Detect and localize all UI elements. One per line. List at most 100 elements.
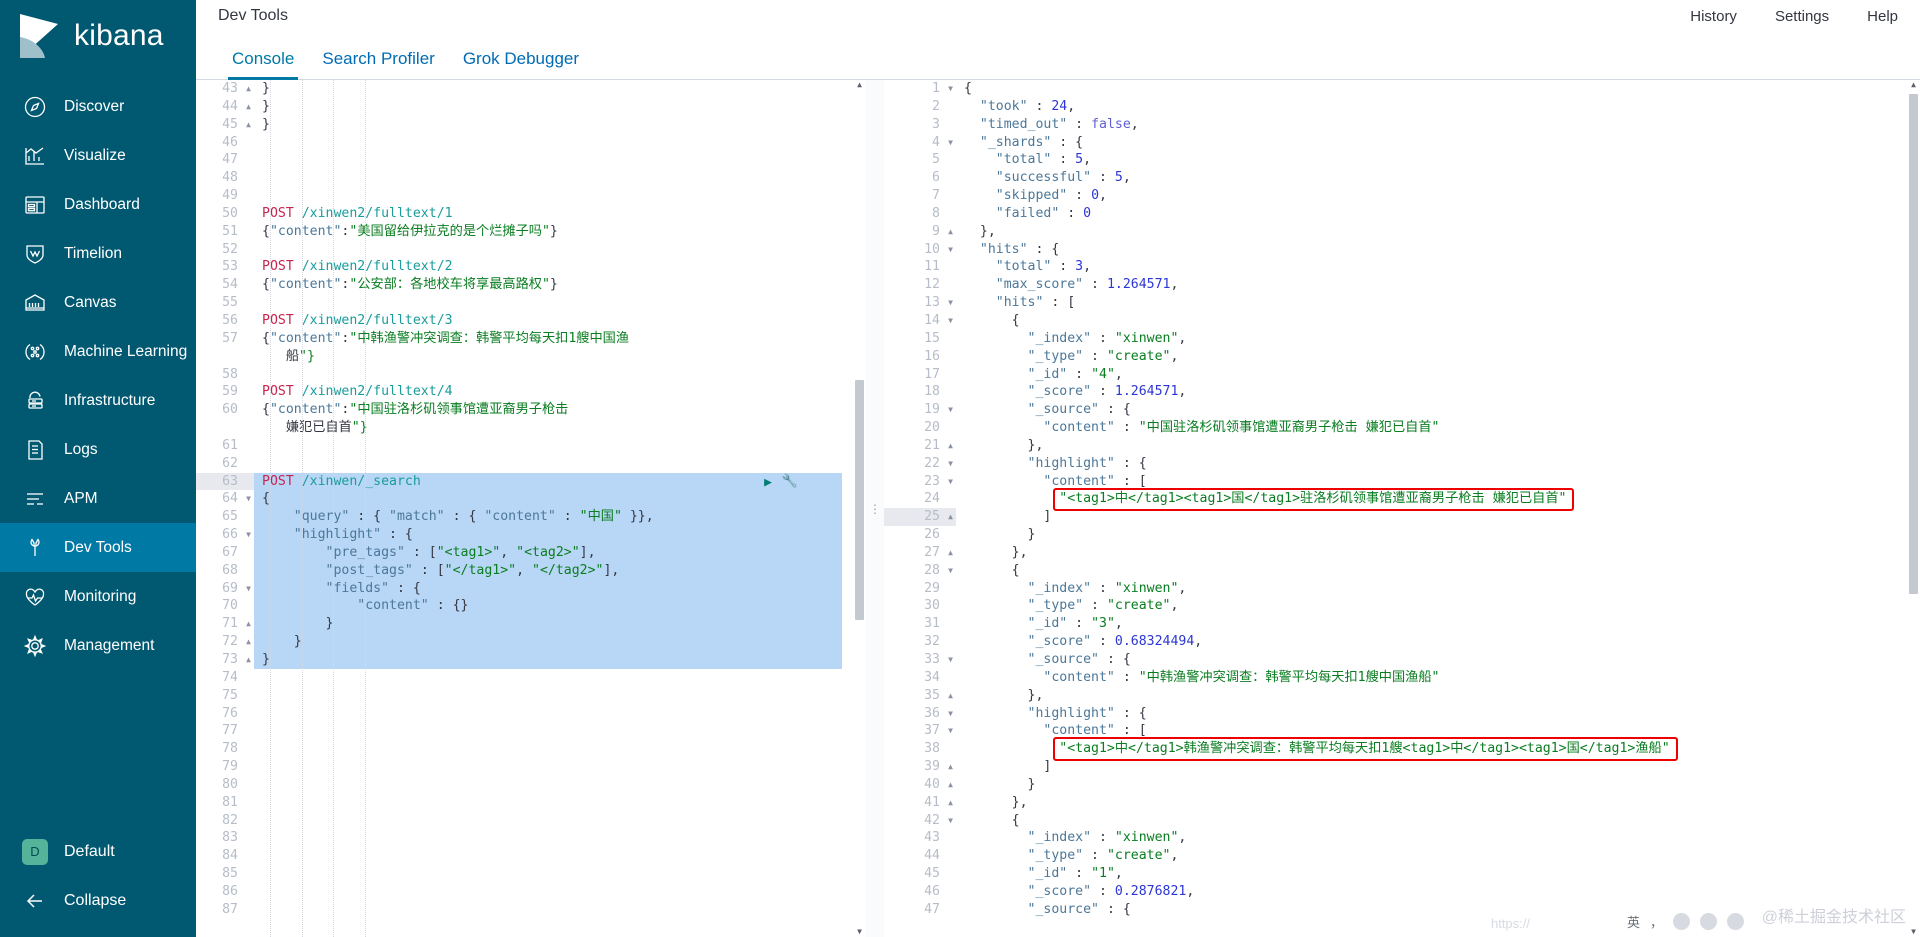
line-number: 62: [222, 455, 238, 471]
fold-toggle-icon[interactable]: ▲: [241, 116, 251, 134]
fold-toggle-icon[interactable]: ▼: [943, 455, 953, 473]
fold-toggle-icon[interactable]: ▼: [943, 312, 953, 330]
fold-toggle-icon[interactable]: ▼: [943, 294, 953, 312]
run-request-button[interactable]: ▶: [764, 474, 772, 492]
canvas-icon: [22, 290, 48, 316]
code-line: POST /xinwen2/fulltext/1: [262, 205, 453, 221]
fold-toggle-icon[interactable]: ▼: [241, 490, 251, 508]
line-number: 30: [924, 598, 940, 614]
response-scrollbar[interactable]: ▲ ▼: [1907, 80, 1920, 937]
code-line: "highlight" : {: [1027, 705, 1147, 721]
fold-toggle-icon[interactable]: ▲: [241, 615, 251, 633]
fold-toggle-icon[interactable]: ▼: [943, 134, 953, 152]
request-gutter: 43 ▲ 44 ▲ 45 ▲ 46 47 48 49 50 51 52 53 54 55 56 57 58 59 60 6…: [196, 80, 254, 937]
sidebar-item-discover[interactable]: Discover: [0, 82, 196, 131]
ime-language[interactable]: 英: [1627, 912, 1640, 931]
sidebar-item-logs[interactable]: Logs: [0, 425, 196, 474]
ime-punctuation[interactable]: ，: [1650, 912, 1663, 931]
line-number: 35 ▲: [924, 687, 953, 705]
sidebar-item-management[interactable]: Management: [0, 621, 196, 670]
sidebar-item-timelion[interactable]: Timelion: [0, 229, 196, 278]
sidebar-footer: D Default Collapse: [0, 827, 196, 937]
line-number: 23 ▼: [924, 473, 953, 491]
fold-toggle-icon[interactable]: ▼: [943, 722, 953, 740]
fold-toggle-icon[interactable]: ▲: [943, 223, 953, 241]
header-link-settings[interactable]: Settings: [1775, 8, 1829, 25]
fold-toggle-icon[interactable]: ▼: [943, 651, 953, 669]
watermark-text: @稀土掘金技术社区: [1761, 909, 1906, 926]
request-actions-button[interactable]: 🔧: [782, 473, 798, 491]
fold-toggle-icon[interactable]: ▲: [943, 437, 953, 455]
tab-search-profiler[interactable]: Search Profiler: [308, 50, 448, 79]
request-scrollbar[interactable]: ▲ ▼: [853, 80, 866, 937]
tab-console[interactable]: Console: [218, 50, 308, 80]
scroll-thumb[interactable]: [1909, 94, 1918, 594]
space-selector[interactable]: D Default: [0, 827, 196, 876]
fold-toggle-icon[interactable]: ▲: [241, 98, 251, 116]
scroll-down-arrow[interactable]: ▼: [855, 927, 864, 937]
fold-toggle-icon[interactable]: ▲: [241, 80, 251, 98]
fold-toggle-icon[interactable]: ▼: [241, 580, 251, 598]
code-line: "content" : [: [1043, 723, 1147, 739]
line-number: 59: [222, 384, 238, 400]
sidebar-item-dashboard[interactable]: Dashboard: [0, 180, 196, 229]
sidebar-item-canvas[interactable]: Canvas: [0, 278, 196, 327]
fold-toggle-icon[interactable]: ▲: [943, 544, 953, 562]
header-link-help[interactable]: Help: [1867, 8, 1898, 25]
line-number: 49: [222, 188, 238, 204]
code-line: "total" : 3,: [995, 259, 1092, 275]
sidebar-item-apm[interactable]: APM: [0, 474, 196, 523]
smiley-icon[interactable]: [1673, 913, 1690, 930]
fold-toggle-icon[interactable]: ▼: [943, 473, 953, 491]
keyboard-icon[interactable]: [1727, 913, 1744, 930]
scroll-down-arrow[interactable]: ▼: [1909, 927, 1918, 937]
code-line: "failed" : 0: [995, 205, 1092, 221]
collapse-sidebar-button[interactable]: Collapse: [0, 876, 196, 925]
fold-toggle-icon[interactable]: ▼: [241, 526, 251, 544]
line-number: 80: [222, 776, 238, 792]
fold-toggle-icon[interactable]: ▼: [943, 705, 953, 723]
line-number: 19 ▼: [924, 401, 953, 419]
line-number: 29: [924, 580, 940, 596]
fold-toggle-icon[interactable]: ▲: [943, 776, 953, 794]
fold-toggle-icon[interactable]: ▼: [943, 80, 953, 98]
fold-toggle-icon[interactable]: ▲: [943, 508, 953, 526]
request-code[interactable]: }}} POST /xinwen2/fulltext/1 {"content":"美…: [254, 80, 842, 937]
header-link-history[interactable]: History: [1690, 8, 1737, 25]
sidebar-item-visualize[interactable]: Visualize: [0, 131, 196, 180]
fold-toggle-icon[interactable]: ▼: [943, 241, 953, 259]
fold-toggle-icon[interactable]: ▲: [943, 687, 953, 705]
code-line: 船"}: [262, 348, 315, 364]
line-number: 47: [222, 152, 238, 168]
code-line: "post_tags" : ["</tag1>", "</tag2>"],: [254, 561, 842, 580]
console-tabs: Console Search Profiler Grok Debugger: [196, 32, 1920, 80]
tab-grok-debugger[interactable]: Grok Debugger: [449, 50, 593, 79]
response-editor[interactable]: 1 ▼ 2 3 4 ▼ 5 6 7 8 9 ▲ 10 ▼ 11 12 13 ▼ 14 ▼ 15 16 17 18 19 ▼ 20 21…: [884, 80, 1920, 937]
sidebar-item-infrastructure[interactable]: Infrastructure: [0, 376, 196, 425]
code-line: "_index" : "xinwen",: [1027, 830, 1187, 846]
fold-toggle-icon[interactable]: ▲: [241, 633, 251, 651]
code-line: "_id" : "3",: [1027, 616, 1123, 632]
scroll-up-arrow[interactable]: ▲: [855, 80, 864, 90]
fold-toggle-icon[interactable]: ▼: [943, 812, 953, 830]
sidebar-item-monitoring[interactable]: Monitoring: [0, 572, 196, 621]
fold-toggle-icon[interactable]: ▼: [943, 562, 953, 580]
scroll-thumb[interactable]: [855, 380, 864, 620]
kibana-brand[interactable]: kibana: [0, 0, 196, 72]
pane-resize-handle[interactable]: ⋮: [866, 80, 884, 937]
fold-toggle-icon[interactable]: ▼: [943, 401, 953, 419]
sidebar-item-machine-learning[interactable]: Machine Learning: [0, 327, 196, 376]
scroll-up-arrow[interactable]: ▲: [1909, 80, 1918, 90]
fold-toggle-icon[interactable]: ▲: [943, 758, 953, 776]
fold-toggle-icon[interactable]: ▲: [943, 794, 953, 812]
sidebar-item-dev-tools[interactable]: Dev Tools: [0, 523, 196, 572]
mic-icon[interactable]: [1700, 913, 1717, 930]
code-line: "_id" : "4",: [1027, 366, 1123, 382]
request-editor[interactable]: 43 ▲ 44 ▲ 45 ▲ 46 47 48 49 50 51 52 53 54 55 56 57 58 59 60 6…: [196, 80, 866, 937]
fold-toggle-icon[interactable]: ▲: [241, 651, 251, 669]
